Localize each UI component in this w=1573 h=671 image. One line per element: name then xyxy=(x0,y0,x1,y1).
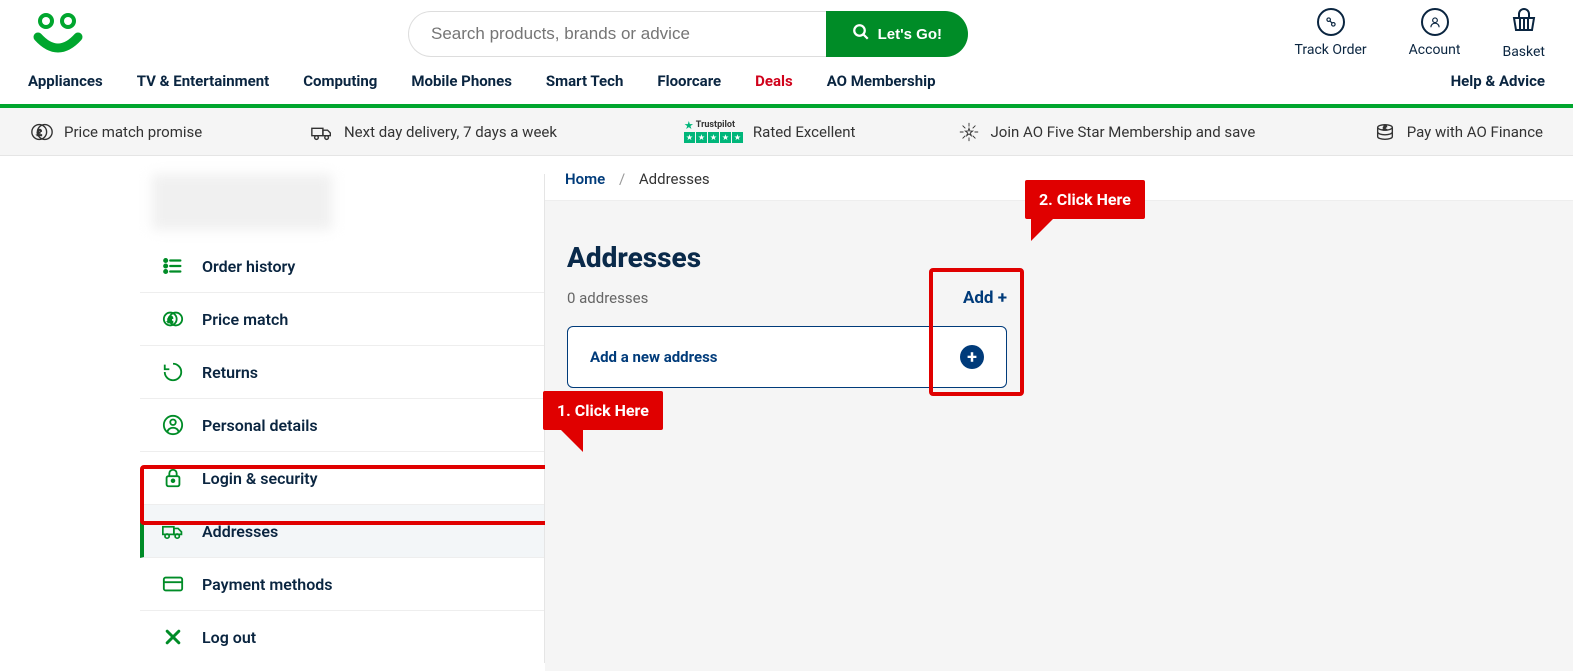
finance-icon: £ xyxy=(1373,122,1397,142)
add-address-link[interactable]: Add + xyxy=(963,288,1007,308)
svg-text:£: £ xyxy=(168,316,173,326)
search-icon xyxy=(852,23,870,45)
nav-membership[interactable]: AO Membership xyxy=(827,72,936,90)
sidebar-item-label: Returns xyxy=(202,363,258,382)
promo-delivery[interactable]: Next day delivery, 7 days a week xyxy=(265,122,601,142)
nav-tv[interactable]: TV & Entertainment xyxy=(137,72,269,90)
add-new-address-card[interactable]: Add a new address + xyxy=(567,326,1007,388)
returns-icon xyxy=(162,361,184,383)
delivery-icon xyxy=(310,122,334,142)
person-icon xyxy=(162,414,184,436)
basket-label: Basket xyxy=(1502,44,1545,60)
svg-text:£: £ xyxy=(1383,124,1387,132)
breadcrumb-home[interactable]: Home xyxy=(565,170,605,188)
nav-appliances[interactable]: Appliances xyxy=(28,72,103,90)
basket-icon xyxy=(1510,8,1538,38)
add-card-label: Add a new address xyxy=(590,348,718,366)
close-icon xyxy=(162,626,184,648)
sidebar-item-label: Log out xyxy=(202,628,256,647)
promo-membership[interactable]: Join AO Five Star Membership and save xyxy=(938,122,1274,142)
search-button[interactable]: Let's Go! xyxy=(826,11,968,57)
sidebar-item-price-match[interactable]: £ Price match xyxy=(140,293,544,346)
plus-circle-icon: + xyxy=(960,345,984,369)
breadcrumb-current: Addresses xyxy=(639,170,710,188)
price-match-icon: £ xyxy=(30,122,54,142)
sidebar-item-label: Payment methods xyxy=(202,575,333,594)
sidebar-item-label: Personal details xyxy=(202,416,318,435)
sidebar-item-label: Addresses xyxy=(202,522,278,541)
promo-trustpilot-label: Rated Excellent xyxy=(753,123,856,141)
truck-icon xyxy=(162,520,184,542)
sidebar-item-label: Login & security xyxy=(202,469,318,488)
lock-icon xyxy=(162,467,184,489)
account-label: Account xyxy=(1409,42,1461,58)
promo-trustpilot[interactable]: ★Trustpilot ★★★★★ Rated Excellent xyxy=(602,120,938,143)
promo-finance-label: Pay with AO Finance xyxy=(1407,123,1543,141)
nav-smart[interactable]: Smart Tech xyxy=(546,72,623,90)
sidebar-item-logout[interactable]: Log out xyxy=(140,611,544,663)
sidebar-item-order-history[interactable]: Order history xyxy=(140,240,544,293)
sidebar-item-label: Price match xyxy=(202,310,288,329)
search-input[interactable] xyxy=(408,11,826,57)
sidebar-item-personal-details[interactable]: Personal details xyxy=(140,399,544,452)
sidebar-item-returns[interactable]: Returns xyxy=(140,346,544,399)
promo-delivery-label: Next day delivery, 7 days a week xyxy=(344,123,557,141)
nav-help[interactable]: Help & Advice xyxy=(1451,72,1545,90)
nav-mobile[interactable]: Mobile Phones xyxy=(411,72,512,90)
track-order-link[interactable]: Track Order xyxy=(1295,8,1367,60)
address-count: 0 addresses xyxy=(567,289,648,307)
promo-membership-label: Join AO Five Star Membership and save xyxy=(991,123,1256,141)
trustpilot-badge: ★Trustpilot ★★★★★ xyxy=(684,120,743,143)
annotation-callout-1: 1. Click Here xyxy=(543,391,663,430)
svg-text:£: £ xyxy=(37,128,42,138)
page-title: Addresses xyxy=(567,241,1551,274)
account-icon xyxy=(1421,8,1449,36)
user-name-block xyxy=(152,174,332,230)
nav-computing[interactable]: Computing xyxy=(303,72,377,90)
sidebar-item-addresses[interactable]: Addresses xyxy=(140,505,544,558)
promo-price-match-label: Price match promise xyxy=(64,123,202,141)
track-order-label: Track Order xyxy=(1295,42,1367,58)
card-icon xyxy=(162,573,184,595)
list-icon xyxy=(162,255,184,277)
search-button-label: Let's Go! xyxy=(878,26,942,43)
track-icon xyxy=(1317,8,1345,36)
ao-logo[interactable] xyxy=(28,9,88,59)
breadcrumb-separator: / xyxy=(619,170,625,188)
nav-deals[interactable]: Deals xyxy=(755,72,793,90)
sidebar-item-login-security[interactable]: Login & security xyxy=(140,452,544,505)
promo-price-match[interactable]: £ Price match promise xyxy=(30,122,265,142)
nav-floorcare[interactable]: Floorcare xyxy=(657,72,721,90)
sidebar-item-payment-methods[interactable]: Payment methods xyxy=(140,558,544,611)
price-match-icon: £ xyxy=(162,308,184,330)
account-link[interactable]: Account xyxy=(1409,8,1461,60)
sidebar-item-label: Order history xyxy=(202,257,295,276)
annotation-callout-2: 2. Click Here xyxy=(1025,180,1145,219)
star-burst-icon xyxy=(957,122,981,142)
promo-finance[interactable]: £ Pay with AO Finance xyxy=(1274,122,1543,142)
basket-link[interactable]: Basket xyxy=(1502,8,1545,60)
